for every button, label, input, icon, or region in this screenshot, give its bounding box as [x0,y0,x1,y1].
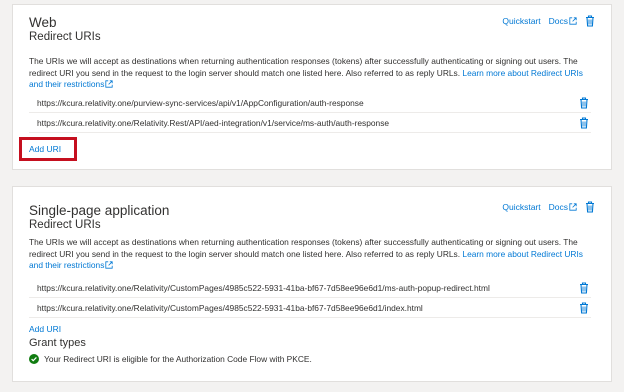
checkmark-circle-icon [29,354,39,364]
delete-uri-trash-icon[interactable] [579,116,589,129]
spa-docs-label: Docs [548,202,568,212]
spa-uri-row: https://kcura.relativity.one/Relativity/… [29,278,591,298]
spa-uri-row: https://kcura.relativity.one/Relativity/… [29,298,591,318]
spa-quickstart-link[interactable]: Quickstart [502,202,540,212]
spa-docs-link[interactable]: Docs [549,202,577,212]
external-link-icon [105,80,114,88]
spa-add-uri-button[interactable]: Add URI [29,324,61,334]
spa-actions: Quickstart Docs [502,201,595,213]
grant-types-heading: Grant types [29,337,86,349]
web-title: Web [29,15,57,30]
web-add-uri-button[interactable]: Add URI [29,144,61,154]
web-uri-value[interactable]: https://kcura.relativity.one/Relativity.… [37,118,389,128]
spa-delete-platform-trash-icon[interactable] [585,201,595,213]
web-delete-platform-trash-icon[interactable] [585,15,595,27]
grant-status-text: Your Redirect URI is eligible for the Au… [44,354,312,364]
web-redirect-uris-heading: Redirect URIs [29,31,101,43]
web-uri-row: https://kcura.relativity.one/purview-syn… [29,93,591,113]
external-link-icon [569,17,577,25]
delete-uri-trash-icon[interactable] [579,301,589,314]
web-platform-card: Web Redirect URIs Quickstart Docs The UR… [12,4,612,170]
spa-platform-card: Single-page application Redirect URIs Qu… [12,186,612,382]
web-uri-row: https://kcura.relativity.one/Relativity.… [29,113,591,133]
delete-uri-trash-icon[interactable] [579,281,589,294]
external-link-icon [105,261,114,269]
web-quickstart-link[interactable]: Quickstart [502,16,540,26]
spa-redirect-uris-heading: Redirect URIs [29,219,101,231]
web-uri-value[interactable]: https://kcura.relativity.one/purview-syn… [37,98,364,108]
web-docs-link[interactable]: Docs [549,16,577,26]
spa-uri-value[interactable]: https://kcura.relativity.one/Relativity/… [37,303,423,313]
delete-uri-trash-icon[interactable] [579,96,589,109]
spa-uri-value[interactable]: https://kcura.relativity.one/Relativity/… [37,283,490,293]
web-actions: Quickstart Docs [502,15,595,27]
spa-description: The URIs we will accept as destinations … [29,237,585,272]
web-docs-label: Docs [548,16,568,26]
external-link-icon [569,203,577,211]
web-description: The URIs we will accept as destinations … [29,56,585,91]
grant-status-message: Your Redirect URI is eligible for the Au… [29,354,312,364]
spa-title: Single-page application [29,203,170,218]
